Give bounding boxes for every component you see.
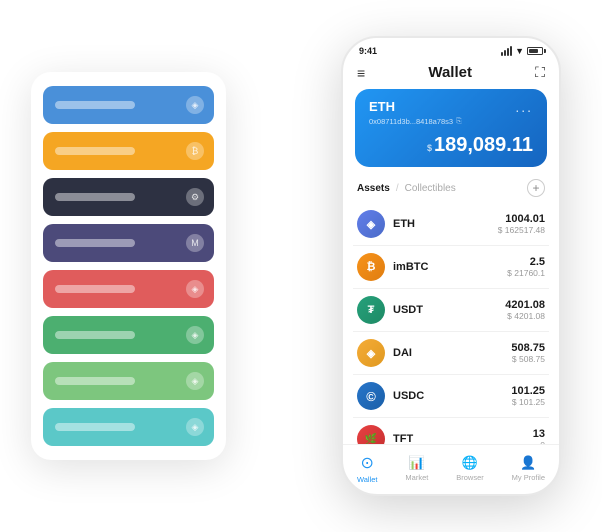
card-item-7[interactable]: ◈ (43, 362, 214, 400)
card-item-6[interactable]: ◈ (43, 316, 214, 354)
asset-name-usdt: USDT (393, 304, 497, 316)
card-label-3 (55, 193, 135, 201)
card-icon-8: ◈ (186, 418, 204, 436)
eth-amounts: 1004.01 $ 162517.48 (498, 213, 545, 235)
browser-nav-icon: 🌐 (462, 455, 478, 471)
eth-menu-button[interactable]: ... (515, 99, 533, 115)
asset-item-eth[interactable]: ◈ ETH 1004.01 $ 162517.48 (353, 203, 549, 246)
card-icon-6: ◈ (186, 326, 204, 344)
asset-item-imbtc[interactable]: ₿ imBTC 2.5 $ 21760.1 (353, 246, 549, 289)
imbtc-usd: $ 21760.1 (507, 268, 545, 278)
profile-nav-icon: 👤 (520, 455, 536, 471)
card-label-1 (55, 101, 135, 109)
eth-card-name: ETH (369, 99, 395, 114)
status-icons: ▼ (501, 46, 543, 56)
card-item-5[interactable]: ◈ (43, 270, 214, 308)
add-asset-button[interactable]: + (527, 179, 545, 197)
scene: ◈ ₿ ⚙ M ◈ ◈ ◈ ◈ (21, 21, 581, 511)
card-icon-1: ◈ (186, 96, 204, 114)
asset-name-eth: ETH (393, 218, 490, 230)
browser-nav-label: Browser (456, 473, 484, 482)
assets-tabs: Assets / Collectibles (357, 183, 456, 194)
card-label-6 (55, 331, 135, 339)
nav-browser[interactable]: 🌐 Browser (456, 455, 484, 482)
dai-usd: $ 508.75 (511, 354, 545, 364)
asset-name-dai: DAI (393, 347, 503, 359)
market-nav-icon: 📊 (409, 455, 425, 471)
imbtc-amount: 2.5 (507, 256, 545, 268)
asset-item-tft[interactable]: 🌿 TFT 13 0 (353, 418, 549, 444)
card-item-4[interactable]: M (43, 224, 214, 262)
eth-usd: $ 162517.48 (498, 225, 545, 235)
status-bar: 9:41 ▼ (343, 38, 559, 60)
nav-wallet[interactable]: ⊙ Wallet (357, 453, 378, 484)
imbtc-amounts: 2.5 $ 21760.1 (507, 256, 545, 278)
card-icon-2: ₿ (186, 142, 204, 160)
wallet-nav-label: Wallet (357, 475, 378, 484)
dai-amount: 508.75 (511, 342, 545, 354)
usdt-amount: 4201.08 (505, 299, 545, 311)
status-time: 9:41 (359, 46, 377, 56)
eth-amount: 1004.01 (498, 213, 545, 225)
nav-market[interactable]: 📊 Market (405, 455, 428, 482)
usdt-amounts: 4201.08 $ 4201.08 (505, 299, 545, 321)
eth-card[interactable]: ETH ... 0x08711d3b...8418a78s3 ⎘ $189,08… (355, 89, 547, 167)
usdt-coin-icon: ₮ (357, 296, 385, 324)
market-nav-label: Market (405, 473, 428, 482)
card-icon-7: ◈ (186, 372, 204, 390)
asset-item-dai[interactable]: ◈ DAI 508.75 $ 508.75 (353, 332, 549, 375)
wifi-icon: ▼ (515, 46, 524, 56)
asset-item-usdt[interactable]: ₮ USDT 4201.08 $ 4201.08 (353, 289, 549, 332)
card-label-4 (55, 239, 135, 247)
asset-name-tft: TFT (393, 433, 525, 444)
tab-divider: / (396, 183, 399, 194)
phone-mockup: 9:41 ▼ ≡ Wallet ⛶ ETH (341, 36, 561, 496)
tab-assets[interactable]: Assets (357, 183, 390, 194)
hamburger-icon[interactable]: ≡ (357, 65, 365, 81)
card-label-2 (55, 147, 135, 155)
card-icon-3: ⚙ (186, 188, 204, 206)
signal-icon (501, 46, 512, 56)
card-label-5 (55, 285, 135, 293)
imbtc-coin-icon: ₿ (357, 253, 385, 281)
usdc-amount: 101.25 (511, 385, 545, 397)
copy-address-icon[interactable]: ⎘ (456, 118, 462, 126)
usdc-coin-icon: © (357, 382, 385, 410)
tab-collectibles[interactable]: Collectibles (405, 183, 456, 194)
bottom-nav: ⊙ Wallet 📊 Market 🌐 Browser 👤 My Profile (343, 444, 559, 494)
card-item-1[interactable]: ◈ (43, 86, 214, 124)
card-label-7 (55, 377, 135, 385)
nav-title: Wallet (428, 64, 472, 81)
assets-header: Assets / Collectibles + (343, 177, 559, 203)
card-item-3[interactable]: ⚙ (43, 178, 214, 216)
eth-balance: $189,089.11 (369, 134, 533, 157)
top-nav: ≡ Wallet ⛶ (343, 60, 559, 89)
nav-profile[interactable]: 👤 My Profile (512, 455, 545, 482)
profile-nav-label: My Profile (512, 473, 545, 482)
usdc-amounts: 101.25 $ 101.25 (511, 385, 545, 407)
asset-list: ◈ ETH 1004.01 $ 162517.48 ₿ imBTC 2.5 $ … (343, 203, 559, 444)
usdt-usd: $ 4201.08 (505, 311, 545, 321)
asset-name-usdc: USDC (393, 390, 503, 402)
dai-coin-icon: ◈ (357, 339, 385, 367)
eth-address: 0x08711d3b...8418a78s3 ⎘ (369, 117, 533, 126)
asset-item-usdc[interactable]: © USDC 101.25 $ 101.25 (353, 375, 549, 418)
asset-name-imbtc: imBTC (393, 261, 499, 273)
dai-amounts: 508.75 $ 508.75 (511, 342, 545, 364)
qr-scan-icon[interactable]: ⛶ (535, 64, 545, 81)
eth-card-header: ETH ... (369, 99, 533, 115)
card-stack: ◈ ₿ ⚙ M ◈ ◈ ◈ ◈ (31, 72, 226, 460)
eth-coin-icon: ◈ (357, 210, 385, 238)
usdc-usd: $ 101.25 (511, 397, 545, 407)
wallet-nav-icon: ⊙ (361, 453, 374, 473)
tft-coin-icon: 🌿 (357, 425, 385, 444)
battery-icon (527, 47, 543, 55)
card-label-8 (55, 423, 135, 431)
tft-amounts: 13 0 (533, 428, 545, 444)
card-icon-5: ◈ (186, 280, 204, 298)
tft-amount: 13 (533, 428, 545, 440)
card-icon-4: M (186, 234, 204, 252)
card-item-8[interactable]: ◈ (43, 408, 214, 446)
card-item-2[interactable]: ₿ (43, 132, 214, 170)
